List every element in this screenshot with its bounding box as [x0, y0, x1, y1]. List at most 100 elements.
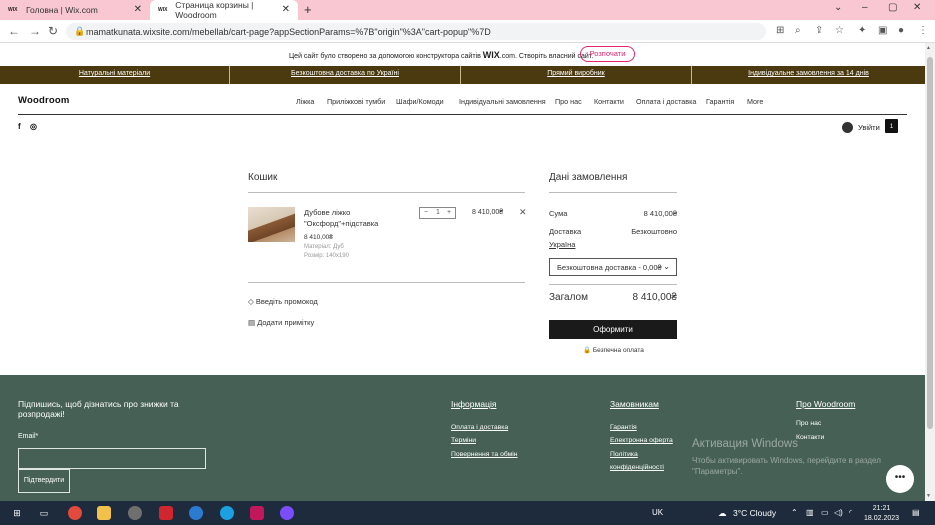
promo-code-link[interactable]: ◇ Введіть промокод	[248, 297, 318, 306]
windows-start-icon[interactable]: ⊞	[10, 506, 24, 520]
wifi-icon[interactable]: ◜	[849, 508, 852, 517]
nav-item-beds[interactable]: Ліжка	[296, 97, 314, 106]
footer-link-offer[interactable]: Електронна оферта	[610, 437, 673, 444]
back-icon[interactable]: ←	[8, 24, 20, 38]
product-name[interactable]: Дубове ліжко "Оксфорд"+підставка	[304, 207, 404, 229]
quantity-stepper[interactable]: − 1 +	[419, 207, 456, 219]
nav-item-custom-orders[interactable]: Індивідуальні замовлення	[459, 97, 546, 106]
reload-icon[interactable]: ↻	[48, 24, 58, 38]
app-icon-3[interactable]	[189, 506, 203, 520]
notifications-icon[interactable]: ▤	[912, 508, 920, 517]
language-indicator[interactable]: UK	[652, 508, 663, 517]
footer-link-about[interactable]: Про нас	[796, 420, 821, 427]
email-input[interactable]	[18, 448, 206, 469]
footer-customers-title[interactable]: Замовникам	[610, 399, 659, 409]
wix-logo-suffix: .com	[499, 53, 515, 60]
close-tab-icon[interactable]: ✕	[134, 4, 142, 15]
scrollbar-thumb[interactable]	[927, 57, 933, 429]
new-tab-button[interactable]: +	[304, 2, 312, 17]
url-text[interactable]: mamatkunata.wixsite.com/mebellab/cart-pa…	[86, 27, 491, 37]
footer-link-policy[interactable]: Політика	[610, 451, 638, 458]
footer-link-privacy[interactable]: конфіденційності	[610, 464, 664, 471]
promo-direct-manufacturer[interactable]: Прямий виробник	[461, 66, 692, 84]
volume-icon[interactable]: ◁)	[834, 508, 843, 517]
nav-item-nightstands[interactable]: Приліжкові тумби	[327, 97, 385, 106]
remove-item-icon[interactable]: ✕	[519, 207, 527, 218]
nav-item-warranty[interactable]: Гарантія	[706, 97, 734, 106]
weather-text[interactable]: 3°C Cloudy	[733, 508, 776, 518]
forward-icon[interactable]: →	[29, 24, 41, 38]
wix-favicon-icon: WIX	[158, 7, 168, 13]
wix-banner: Цей сайт було створено за допомогою конс…	[0, 43, 925, 66]
file-explorer-icon[interactable]	[97, 506, 111, 520]
footer-link-warranty[interactable]: Гарантія	[610, 424, 637, 431]
battery-icon[interactable]: ▭	[821, 508, 829, 517]
extensions-icon[interactable]: ✦	[858, 25, 866, 36]
footer-link-returns[interactable]: Повернення та обмін	[451, 451, 518, 458]
submit-button[interactable]: Підтвердити	[18, 469, 70, 493]
site-logo[interactable]: Woodroom	[18, 95, 70, 106]
maximize-icon[interactable]: ▢	[888, 2, 897, 13]
chrome-active-icon[interactable]	[220, 506, 234, 520]
promo-natural-materials[interactable]: Натуральні матеріали	[0, 66, 230, 84]
scroll-down-icon[interactable]: ▼	[926, 493, 931, 499]
footer-about-title[interactable]: Про Woodroom	[796, 399, 855, 409]
browser-tab-wix-home[interactable]: WIX Головна | Wix.com ✕	[0, 0, 150, 20]
translate-icon[interactable]: ⊞	[776, 25, 784, 36]
chrome-icon[interactable]	[68, 506, 82, 520]
zoom-icon[interactable]: ⌕	[795, 25, 801, 36]
sidebar-icon[interactable]: ▣	[878, 25, 887, 36]
app-icon-1[interactable]	[128, 506, 142, 520]
app-icon-5[interactable]	[280, 506, 294, 520]
close-window-icon[interactable]: ✕	[913, 2, 921, 13]
task-view-icon[interactable]: ▭	[37, 506, 51, 520]
footer-link-terms[interactable]: Терміни	[451, 437, 476, 444]
nav-item-payment-delivery[interactable]: Оплата і доставка	[636, 97, 696, 106]
windows-activation-text: Чтобы активировать Windows, перейдите в …	[692, 456, 881, 476]
scroll-up-icon[interactable]: ▲	[926, 45, 931, 51]
footer-link-payment[interactable]: Оплата і доставка	[451, 424, 508, 431]
nav-item-more[interactable]: More	[747, 97, 763, 106]
instagram-icon[interactable]: ◎	[30, 122, 37, 131]
minimize-icon[interactable]: –	[862, 2, 868, 13]
footer-link-contacts[interactable]: Контакти	[796, 434, 824, 441]
delivery-method-select[interactable]: Безкоштовна доставка - 0,00₴ ⌄	[549, 258, 677, 276]
close-tab-icon[interactable]: ✕	[282, 4, 290, 15]
app-icon-4[interactable]	[250, 506, 264, 520]
chat-icon[interactable]: •••	[886, 465, 914, 493]
wix-logo: WIX	[482, 50, 500, 60]
nav-item-contacts[interactable]: Контакти	[594, 97, 624, 106]
promo-custom-order[interactable]: Індивідуальне замовлення за 14 днів	[692, 66, 925, 84]
start-button[interactable]: Розпочати	[580, 46, 635, 62]
quantity-value[interactable]: 1	[436, 209, 440, 216]
app-icon-2[interactable]	[159, 506, 173, 520]
tray-chevron-icon[interactable]: ⌃	[791, 508, 798, 517]
bookmark-star-icon[interactable]: ☆	[835, 25, 844, 36]
checkout-button[interactable]: Оформити	[549, 320, 677, 339]
product-price: 8 410,00₴	[304, 234, 333, 241]
login-button[interactable]: Увійти	[842, 122, 880, 133]
cart-bag-icon[interactable]: 1	[885, 119, 898, 133]
cart-title: Кошик	[248, 172, 278, 183]
product-image[interactable]	[248, 207, 295, 242]
profile-icon[interactable]: ●	[898, 25, 904, 36]
footer-info-title[interactable]: Інформація	[451, 399, 496, 409]
system-clock[interactable]: 21:21 18.02.2023	[864, 504, 899, 524]
share-icon[interactable]: ⇪	[815, 25, 823, 36]
email-label: Email*	[18, 433, 39, 440]
add-note-link[interactable]: ▤ Додати примітку	[248, 318, 314, 327]
nav-item-wardrobes[interactable]: Шафи/Комоди	[396, 97, 444, 106]
network-icon[interactable]: ▥	[806, 508, 814, 517]
cart-divider-bottom	[248, 282, 525, 283]
url-field[interactable]: 🔒 mamatkunata.wixsite.com/mebellab/cart-…	[66, 23, 766, 40]
page-scrollbar[interactable]: ▲ ▼	[925, 43, 935, 501]
increment-icon[interactable]: +	[447, 209, 451, 216]
facebook-icon[interactable]: f	[18, 122, 21, 131]
decrement-icon[interactable]: −	[424, 209, 428, 216]
country-link[interactable]: Україна	[549, 240, 575, 249]
nav-item-about[interactable]: Про нас	[555, 97, 582, 106]
menu-icon[interactable]: ⋮	[918, 25, 928, 36]
browser-tab-cart[interactable]: WIX Страница корзины | Woodroom ✕	[150, 0, 298, 20]
tab-search-icon[interactable]: ⌄	[834, 2, 842, 13]
promo-free-delivery[interactable]: Безкоштовна доставка по Україні	[230, 66, 461, 84]
